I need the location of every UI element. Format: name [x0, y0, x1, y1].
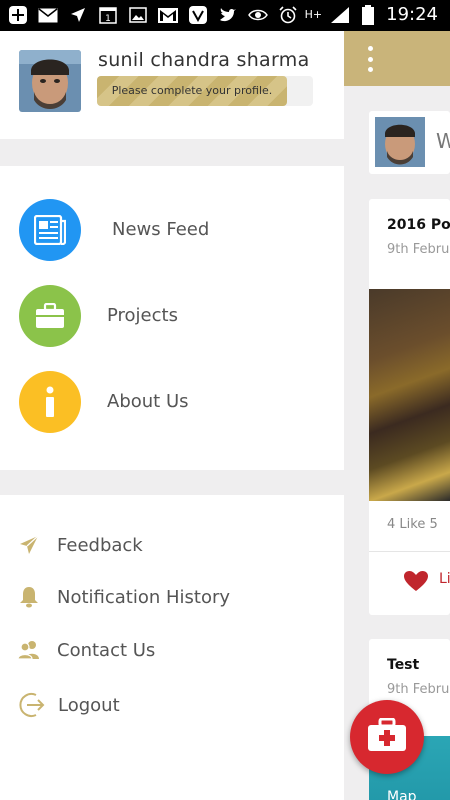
nav-item-projects[interactable]: Projects: [0, 276, 344, 356]
nav-item-label: Notification History: [57, 587, 231, 608]
card-stats: 4 Like 5: [387, 517, 438, 532]
news-feed-background: W 2016 Post 9th Febru 4 Like 5 Li Test 9…: [344, 31, 450, 800]
card-date: 9th Febru: [387, 682, 450, 697]
info-icon: [19, 371, 81, 433]
card-image: [369, 289, 450, 501]
user-name: sunil chandra sharma: [98, 49, 310, 71]
nav-item-label: News Feed: [112, 219, 210, 240]
nav-item-news-feed[interactable]: News Feed: [0, 190, 344, 270]
svg-text:1: 1: [105, 14, 111, 24]
profile-progress-label: Please complete your profile.: [111, 84, 273, 97]
card-title: Test: [387, 657, 420, 673]
calendar-1-icon: 1: [98, 5, 118, 25]
app-icon: [188, 5, 208, 25]
divider: [369, 551, 450, 552]
more-options-icon[interactable]: [366, 46, 374, 72]
post-prompt-text: W: [436, 129, 450, 153]
secondary-nav-section: Feedback Notification History Contact Us…: [0, 495, 344, 800]
card-title: 2016 Post: [387, 217, 450, 233]
nav-item-label: Logout: [58, 695, 120, 716]
signal-icon: [330, 5, 350, 25]
heart-icon[interactable]: [403, 570, 429, 592]
medical-kit-icon: [367, 717, 407, 756]
logout-icon: [18, 691, 46, 719]
alarm-icon: [278, 5, 298, 25]
nav-item-notification-history[interactable]: Notification History: [0, 577, 344, 617]
navigation-icon: [68, 5, 88, 25]
create-post-box[interactable]: W: [369, 111, 450, 174]
app-toolbar: [344, 31, 450, 86]
navigation-drawer: sunil chandra sharma Please complete you…: [0, 31, 344, 800]
send-icon: [17, 533, 41, 557]
add-icon: [8, 5, 28, 25]
twitter-icon: [218, 5, 238, 25]
bell-icon: [17, 585, 41, 609]
nav-item-about-us[interactable]: About Us: [0, 362, 344, 442]
nav-item-feedback[interactable]: Feedback: [0, 525, 344, 565]
contacts-icon: [17, 638, 41, 662]
eye-icon: [248, 5, 268, 25]
mail-icon: [38, 5, 58, 25]
nav-item-logout[interactable]: Logout: [0, 685, 344, 725]
gmail-icon: [158, 5, 178, 25]
avatar[interactable]: [19, 50, 81, 112]
medical-kit-button[interactable]: [350, 700, 424, 774]
nav-item-label: About Us: [107, 391, 189, 412]
image-icon: [128, 5, 148, 25]
nav-item-label: Contact Us: [57, 640, 156, 661]
battery-icon: [358, 4, 378, 25]
newspaper-icon: [19, 199, 81, 261]
card-date: 9th Febru: [387, 242, 450, 257]
like-button[interactable]: Li: [439, 571, 450, 587]
nav-item-contact-us[interactable]: Contact Us: [0, 630, 344, 670]
nav-item-label: Feedback: [57, 535, 143, 556]
nav-item-label: Projects: [107, 305, 178, 326]
status-time: 19:24: [386, 4, 438, 25]
feed-card[interactable]: 2016 Post 9th Febru 4 Like 5 Li: [369, 199, 450, 615]
avatar: [375, 117, 425, 167]
card-image-label: Map: [387, 789, 417, 800]
briefcase-icon: [19, 285, 81, 347]
profile-header[interactable]: sunil chandra sharma Please complete you…: [0, 31, 344, 139]
profile-progress-bar[interactable]: Please complete your profile.: [97, 76, 313, 106]
network-type-label: H+: [304, 8, 323, 21]
main-nav-section: News Feed Projects About Us: [0, 166, 344, 470]
status-bar: 1 H+ 19:24: [0, 0, 450, 31]
